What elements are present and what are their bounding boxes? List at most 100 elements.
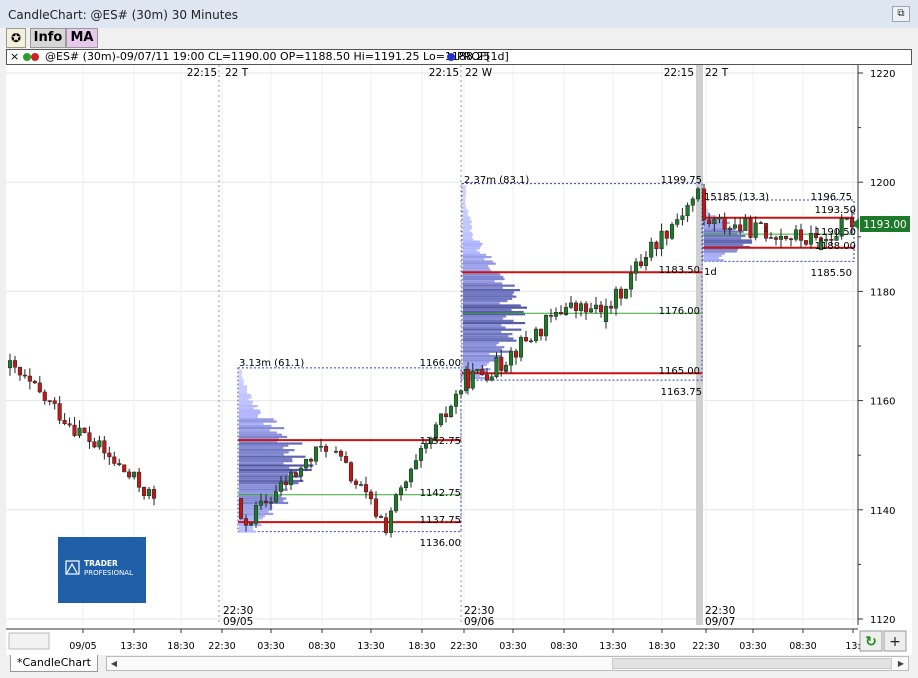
candle-body	[753, 222, 758, 238]
last-price-label: 1193.00	[863, 219, 906, 231]
candle-body	[393, 494, 399, 512]
title-bar: CandleChart: @ES# (30m) 30 Minutes ⧉	[0, 0, 918, 28]
symbol-quote-text: @ES# (30m)-09/07/11 19:00 CL=1190.00 OP=…	[45, 50, 491, 63]
profile-bar	[463, 211, 468, 215]
candle-body	[443, 413, 449, 418]
candle-body	[7, 360, 13, 369]
candle-body	[543, 315, 549, 337]
time-axis-scroll-box[interactable]	[8, 632, 50, 650]
candle-body	[568, 302, 574, 308]
close-icon[interactable]: ×	[10, 50, 19, 64]
candle-body	[513, 350, 519, 358]
candle-body	[47, 400, 52, 402]
candle-body	[368, 491, 374, 500]
profile-bar	[463, 196, 466, 199]
session-bottom-date: 09/05	[223, 616, 253, 628]
profile-bar	[463, 249, 478, 252]
candle-body	[146, 489, 152, 497]
profile-bar	[239, 396, 252, 399]
profile-bar	[239, 376, 243, 379]
candle-body	[363, 484, 369, 493]
price-tick-label: 1120	[870, 615, 895, 626]
candle-body	[418, 448, 424, 461]
candle-body	[533, 328, 539, 342]
profile-bar	[463, 297, 513, 300]
profile-bar	[463, 324, 502, 327]
app-logo-icon[interactable]: ✪	[6, 28, 26, 48]
profile-bar	[463, 326, 506, 329]
profile-bar	[239, 398, 249, 401]
scrollbar-thumb[interactable]	[612, 658, 892, 669]
candle-body	[783, 235, 789, 240]
candle-chart[interactable]: TRADER PROFESIONAL 1220 1200 1180 1160 1140 1…	[6, 65, 912, 655]
candle-body	[253, 505, 259, 524]
chart-area[interactable]: TRADER PROFESIONAL 1220 1200 1180 1160 1140 1…	[6, 65, 912, 655]
status-green-icon	[23, 53, 31, 61]
profile-bar	[239, 462, 284, 465]
profile-bar	[239, 530, 257, 533]
candle-body	[508, 350, 514, 366]
time-tick-label: 22:30	[692, 641, 719, 652]
candle-body	[598, 304, 604, 313]
candle-body	[398, 487, 404, 496]
window-title: CandleChart: @ES# (30m) 30 Minutes	[8, 8, 239, 22]
profile-bar	[463, 189, 466, 193]
candle-body	[333, 451, 339, 453]
candle-body	[727, 227, 732, 230]
profile-volume-label: 15185 (13.3)	[704, 192, 769, 203]
profile-val-label: 1142.75	[420, 488, 461, 499]
profile-bar	[463, 244, 482, 248]
profile-bar	[239, 369, 242, 373]
scroll-left-icon[interactable]: ◀	[107, 657, 121, 670]
profile-bar	[463, 225, 473, 228]
candle-body	[808, 233, 814, 245]
profile-bar	[463, 288, 520, 292]
profile-bar	[463, 251, 480, 254]
profile-bar	[463, 231, 473, 234]
candle-body	[669, 224, 675, 239]
profile-bar	[463, 275, 504, 278]
profile-bar	[704, 239, 752, 242]
profile-bar	[463, 302, 500, 305]
candle-body	[523, 337, 529, 342]
candle-body	[142, 487, 147, 497]
candle-body	[132, 471, 137, 478]
profile-bar	[463, 220, 472, 223]
price-tick-label: 1140	[870, 506, 895, 517]
candle-body	[308, 459, 314, 462]
profile-bar	[704, 259, 724, 262]
profile-mid-label: 1190.50	[815, 227, 856, 238]
candle-body	[717, 217, 722, 220]
bottom-tab-bar: *CandleChart ◀ ▶	[6, 655, 912, 673]
candle-body	[664, 230, 669, 239]
profile-mid-label: 1176.00	[659, 306, 700, 317]
profile-bar	[463, 255, 492, 259]
profile-bar	[239, 477, 293, 480]
profile-bar	[463, 328, 522, 331]
candle-body	[37, 382, 42, 393]
candle-body	[268, 501, 274, 504]
profile-bar	[704, 237, 742, 240]
symbol-info-bar: × @ES# (30m)-09/07/11 19:00 CL=1190.00 O…	[6, 49, 912, 65]
candle-body	[92, 441, 97, 448]
profile-bar	[463, 222, 471, 226]
candle-body	[732, 224, 738, 229]
candle-body	[338, 451, 344, 457]
time-tick-label: 08:30	[550, 641, 577, 652]
horizontal-scrollbar[interactable]: ◀ ▶	[106, 656, 909, 671]
info-button[interactable]: Info	[30, 28, 66, 48]
candle-body	[618, 288, 624, 299]
profile-bar	[463, 361, 490, 364]
ma-button[interactable]: MA	[66, 28, 98, 48]
profile-high-label: 1199.75	[661, 175, 702, 186]
scroll-right-icon[interactable]: ▶	[894, 657, 908, 670]
profile-bar	[239, 464, 314, 467]
restore-icon[interactable]: ⧉	[892, 6, 910, 22]
candle-body	[388, 510, 394, 533]
session-bottom-date: 09/06	[464, 616, 495, 628]
tab-candlechart[interactable]: *CandleChart	[10, 655, 98, 672]
time-tick-label: 22:30	[450, 641, 477, 652]
profile-bar	[463, 350, 511, 353]
candle-body	[243, 518, 249, 526]
logo-line2: PROFESIONAL	[84, 569, 133, 577]
